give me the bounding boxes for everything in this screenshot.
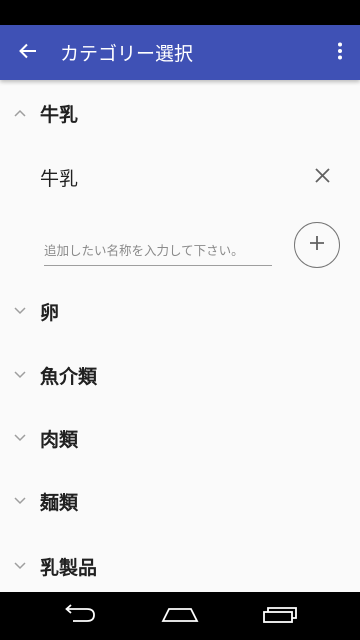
nav-recents-button[interactable] xyxy=(250,592,310,640)
back-button[interactable] xyxy=(0,25,56,80)
app-bar: カテゴリー選択 xyxy=(0,25,360,80)
item-name-input[interactable] xyxy=(44,235,272,266)
item-label: 牛乳 xyxy=(40,167,79,190)
nav-back-icon xyxy=(63,604,97,628)
category-label: 牛乳 xyxy=(40,103,79,126)
close-icon xyxy=(314,167,330,187)
plus-icon xyxy=(309,235,325,255)
list-item: 牛乳 xyxy=(0,145,360,209)
add-item-button[interactable] xyxy=(294,222,340,268)
overflow-menu-button[interactable] xyxy=(320,25,360,80)
chevron-down-icon xyxy=(0,406,40,470)
remove-item-button[interactable] xyxy=(306,161,338,193)
chevron-down-icon xyxy=(0,343,40,407)
chevron-down-icon xyxy=(0,534,40,592)
add-item-row xyxy=(0,215,360,279)
chevron-down-icon xyxy=(0,469,40,533)
category-label: 乳製品 xyxy=(40,556,98,579)
category-header-seafood[interactable]: 魚介類 xyxy=(0,343,360,407)
category-label: 肉類 xyxy=(40,428,79,451)
category-header-milk[interactable]: 牛乳 xyxy=(0,81,360,145)
nav-recents-icon xyxy=(262,604,298,628)
system-nav-bar xyxy=(0,592,360,640)
arrow-left-icon xyxy=(19,42,37,64)
status-bar xyxy=(0,0,360,25)
nav-home-icon xyxy=(161,605,199,627)
nav-back-button[interactable] xyxy=(50,592,110,640)
category-label: 卵 xyxy=(40,301,60,324)
category-header-meat[interactable]: 肉類 xyxy=(0,406,360,470)
category-list: 牛乳 牛乳 追加したい名称を入力して下さい。 卵 魚介類 肉類 麺類 乳製品 xyxy=(0,80,360,592)
category-label: 魚介類 xyxy=(40,365,98,388)
chevron-down-icon xyxy=(0,279,40,343)
chevron-up-icon xyxy=(0,81,40,145)
category-header-noodles[interactable]: 麺類 xyxy=(0,469,360,533)
category-label: 麺類 xyxy=(40,491,79,514)
category-header-egg[interactable]: 卵 xyxy=(0,279,360,343)
nav-home-button[interactable] xyxy=(150,592,210,640)
category-header-dairy[interactable]: 乳製品 xyxy=(0,534,360,592)
more-vertical-icon xyxy=(337,42,343,64)
screen: カテゴリー選択 牛乳 牛乳 追加したい名称を入力して下さい。 卵 魚介類 肉類 … xyxy=(0,0,360,640)
page-title: カテゴリー選択 xyxy=(60,43,194,65)
